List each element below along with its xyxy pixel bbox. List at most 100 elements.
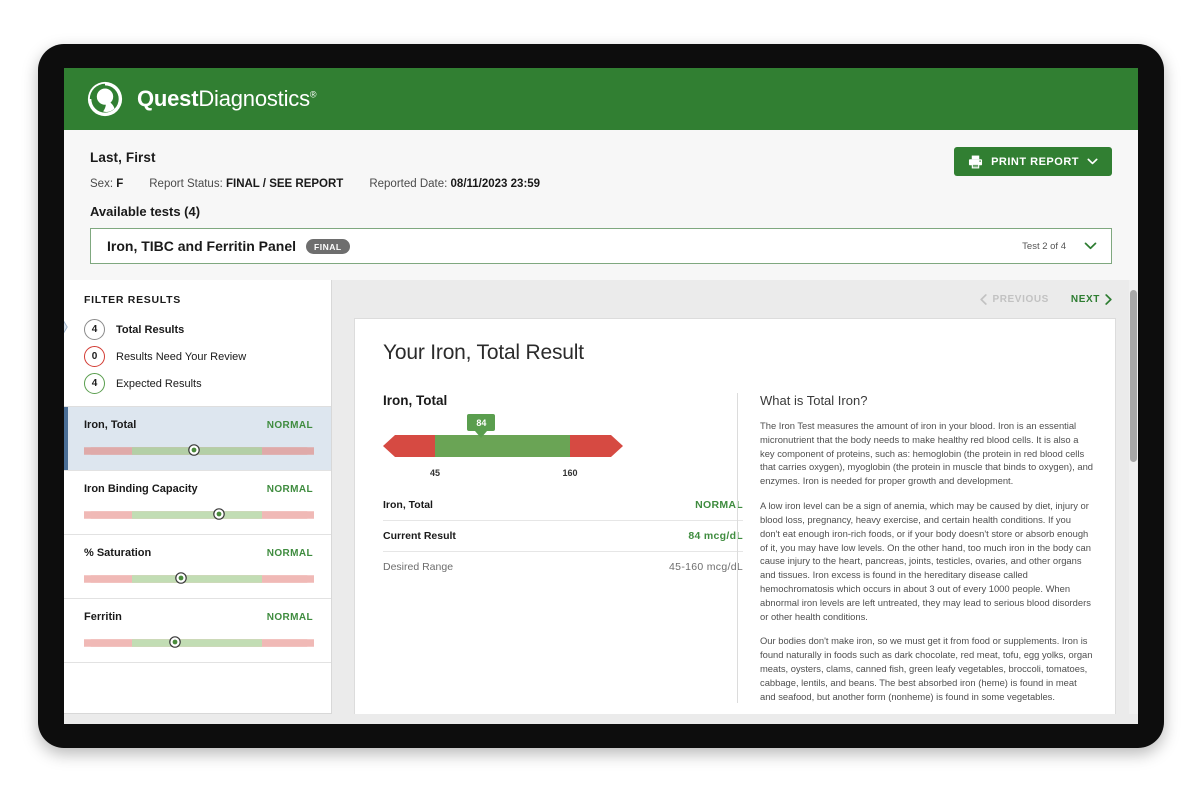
sidebar-analyte-iron-binding-capacity[interactable]: Iron Binding Capacity NORMAL [64, 471, 331, 535]
report-status-label: Report Status: [149, 178, 223, 190]
mini-gauge-marker-icon [188, 444, 200, 456]
test-panel-title: Iron, TIBC and Ferritin Panel [107, 238, 297, 254]
analyte-name: Iron Binding Capacity [84, 483, 198, 495]
tablet-device-frame: QuestDiagnostics® Last, First Sex: F Rep… [38, 44, 1164, 748]
sidebar-analyte-ferritin[interactable]: Ferritin NORMAL [64, 599, 331, 663]
print-report-button[interactable]: PRINT REPORT [954, 147, 1112, 176]
info-paragraph: Our bodies don't make iron, so we must g… [760, 635, 1093, 702]
chevron-down-icon[interactable] [1084, 242, 1097, 250]
table-row: Current Result 84 mcg/dL [383, 521, 743, 552]
printer-icon [969, 155, 983, 168]
results-sidebar: FILTER RESULTS 4 Total Results 0 Results… [64, 280, 332, 714]
row-label: Desired Range [383, 561, 454, 573]
info-heading: What is Total Iron? [760, 393, 868, 408]
gauge-value-label: 84 [476, 417, 487, 428]
filter-needs-review[interactable]: 0 Results Need Your Review [64, 343, 331, 370]
brand-header-bar: QuestDiagnostics® [64, 68, 1138, 130]
status-badge: NORMAL [266, 612, 313, 623]
patient-header: Last, First Sex: F Report Status: FINAL … [64, 130, 1138, 219]
filter-count-badge: 0 [84, 346, 105, 367]
test-panel-counter: Test 2 of 4 [1022, 240, 1066, 252]
sex-value: F [116, 178, 124, 190]
row-label: Current Result [383, 530, 456, 542]
report-status-value: FINAL / SEE REPORT [225, 178, 344, 190]
info-paragraph: The Iron Test measures the amount of iro… [760, 420, 1093, 487]
mini-gauge-marker-icon [175, 572, 187, 584]
registered-mark: ® [309, 89, 317, 100]
status-badge: NORMAL [266, 548, 313, 559]
sidebar-analyte-iron-total[interactable]: Iron, Total NORMAL [64, 407, 331, 471]
filter-count-badge: 4 [84, 373, 105, 394]
result-pager: PREVIOUS NEXT [980, 294, 1112, 305]
row-value: 45-160 mcg/dL [669, 561, 743, 573]
report-status-field: Report Status: FINAL / SEE REPORT [149, 178, 343, 190]
result-columns: Iron, Total 84 45 160 Iron, Total NORMAL… [355, 393, 1115, 704]
filter-expected-results[interactable]: 4 Expected Results [64, 370, 331, 397]
previous-label: PREVIOUS [992, 294, 1049, 305]
gauge-tick-high: 160 [562, 468, 578, 478]
mini-gauge-svg [84, 639, 314, 647]
result-value-table: Iron, Total NORMAL Current Result 84 mcg… [383, 490, 743, 582]
test-panel-selector[interactable]: Iron, TIBC and Ferritin Panel FINAL Test… [90, 228, 1112, 264]
status-badge: NORMAL [266, 484, 313, 495]
result-info-column: What is Total Iron? The Iron Test measur… [737, 393, 1115, 704]
chevron-right-icon [1105, 294, 1112, 305]
report-meta-row: Sex: F Report Status: FINAL / SEE REPORT… [90, 178, 1112, 190]
mini-gauge-svg [84, 575, 314, 583]
next-result-button[interactable]: NEXT [1071, 294, 1112, 305]
gauge-tick-low: 45 [429, 468, 441, 478]
quest-logo-icon [87, 81, 123, 117]
gauge-bar-svg [383, 435, 623, 457]
analyte-title: Iron, Total [383, 393, 448, 408]
active-filter-pointer-icon [64, 320, 68, 334]
analyte-mini-gauge [84, 636, 314, 648]
row-label: Iron, Total [383, 499, 433, 511]
reported-date-value: 08/11/2023 23:59 [450, 178, 541, 190]
brand-wordmark: QuestDiagnostics® [137, 86, 317, 112]
table-row: Desired Range 45-160 mcg/dL [383, 552, 743, 582]
sex-field: Sex: F [90, 178, 123, 190]
gauge-tick-labels: 45 160 [383, 468, 623, 484]
mini-gauge-marker-icon [169, 636, 181, 648]
mini-gauge-svg [84, 511, 314, 519]
next-label: NEXT [1070, 294, 1100, 305]
previous-result-button[interactable]: PREVIOUS [980, 294, 1048, 305]
filter-label: Total Results [116, 323, 185, 336]
analyte-mini-gauge [84, 572, 314, 584]
table-row: Iron, Total NORMAL [383, 490, 743, 521]
analyte-mini-gauge [84, 444, 314, 456]
row-value: 84 mcg/dL [688, 530, 743, 542]
mini-gauge-marker-icon [213, 508, 225, 520]
filter-label: Results Need Your Review [116, 350, 247, 363]
analyte-name: % Saturation [84, 547, 152, 559]
chevron-left-icon [980, 294, 988, 305]
analyte-name: Ferritin [84, 611, 122, 623]
filter-count-badge: 4 [84, 319, 105, 340]
status-badge: NORMAL [266, 420, 313, 431]
reference-range-gauge: 84 45 160 [383, 414, 623, 484]
print-report-label: PRINT REPORT [991, 155, 1079, 168]
reported-date-field: Reported Date: 08/11/2023 23:59 [369, 178, 540, 190]
filter-total-results[interactable]: 4 Total Results [64, 316, 331, 343]
result-detail-area: PREVIOUS NEXT Your Iron, Total Result Ir… [332, 280, 1138, 714]
analyte-head: Iron Binding Capacity NORMAL [84, 483, 313, 495]
result-left-column: Iron, Total 84 45 160 Iron, Total NORMAL… [355, 393, 743, 703]
vertical-scrollbar[interactable] [1129, 280, 1138, 714]
reported-date-label: Reported Date: [369, 178, 448, 190]
available-tests-label: Available tests (4) [90, 204, 201, 219]
brand-name-primary: Quest [137, 86, 199, 111]
analyte-mini-gauge [84, 508, 314, 520]
content-area: FILTER RESULTS 4 Total Results 0 Results… [64, 280, 1138, 714]
filter-label: Expected Results [116, 377, 202, 390]
info-paragraph: A low iron level can be a sign of anemia… [760, 500, 1091, 622]
analyte-head: Ferritin NORMAL [84, 611, 313, 623]
brand-name-secondary: Diagnostics [198, 86, 310, 111]
gauge-value-bubble: 84 [467, 414, 496, 431]
page-title: Your Iron, Total Result [383, 341, 584, 364]
test-panel-status-badge: FINAL [306, 238, 350, 254]
sidebar-analyte-percent-saturation[interactable]: % Saturation NORMAL [64, 535, 331, 599]
status-badge: NORMAL [695, 499, 743, 511]
scrollbar-thumb[interactable] [1130, 290, 1137, 462]
analyte-head: % Saturation NORMAL [84, 547, 313, 559]
analyte-head: Iron, Total NORMAL [84, 419, 313, 431]
